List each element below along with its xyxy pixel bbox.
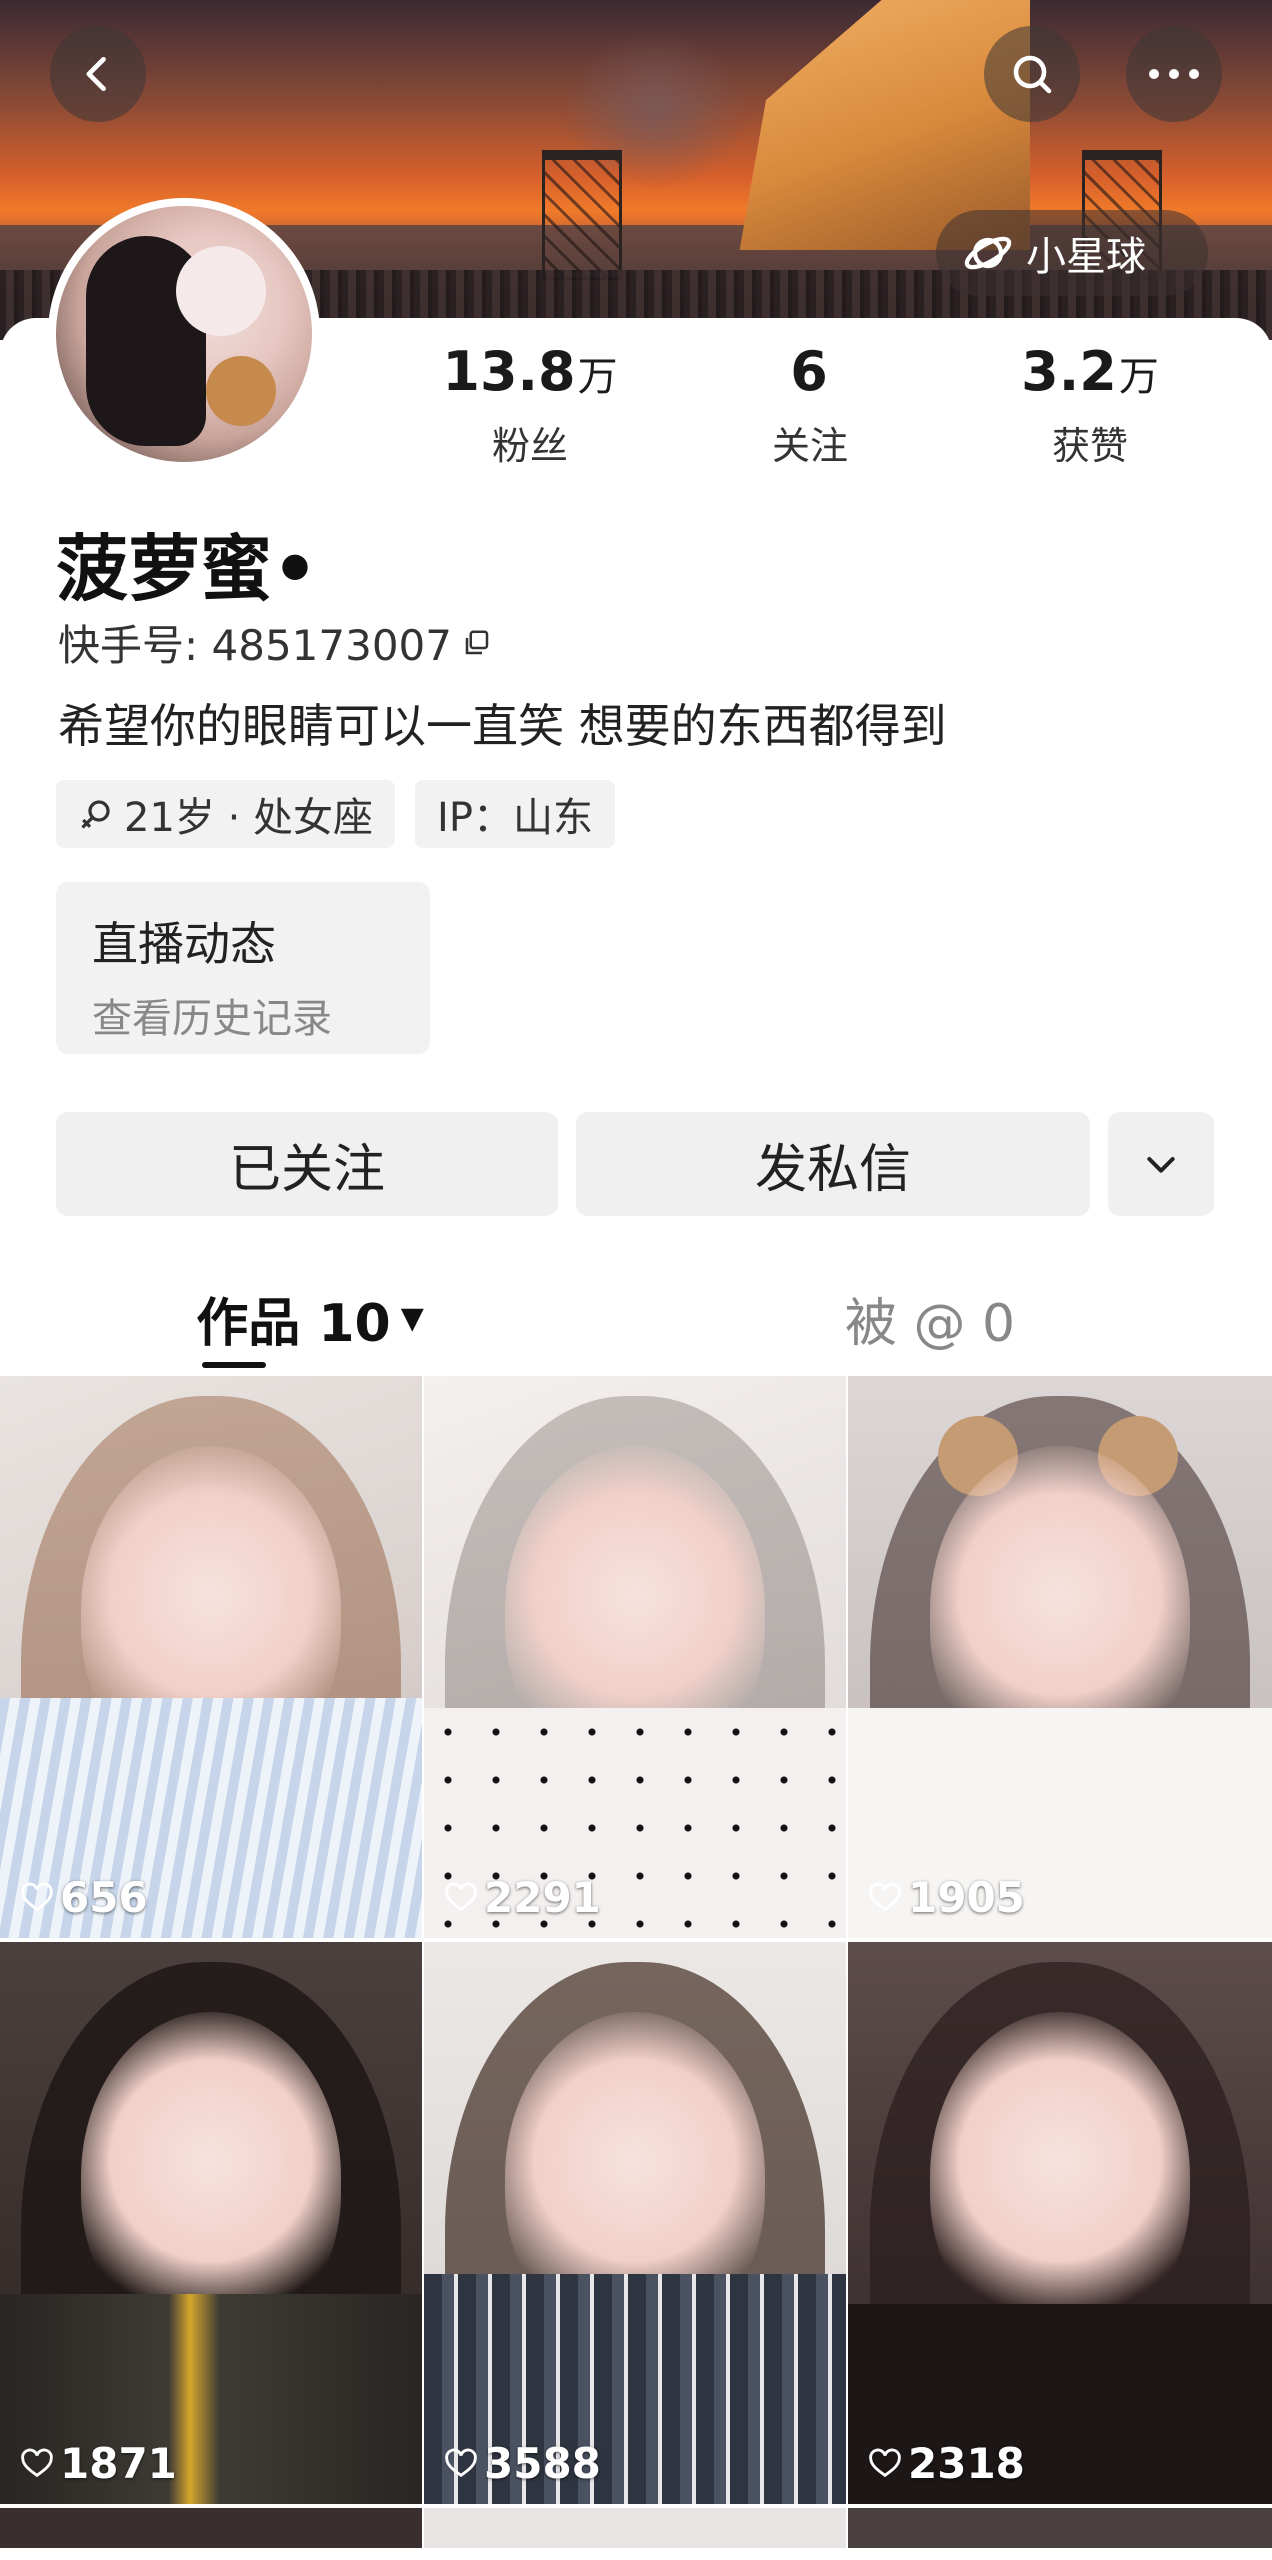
like-count-text: 1871 (60, 2439, 177, 2488)
stat-likes-label: 获赞 (1051, 424, 1128, 468)
planet-chip[interactable]: 小星球 (936, 210, 1208, 296)
like-count: 1905 (868, 1873, 1025, 1922)
ip-tag-text: IP：山东 (437, 795, 593, 841)
profile-bio: 希望你的眼睛可以一直笑 想要的东西都得到 (58, 699, 947, 753)
like-count-text: 2291 (484, 1873, 601, 1922)
heart-icon (869, 1882, 901, 1911)
live-card-subtitle: 查看历史记录 (92, 996, 332, 1042)
heart-icon (21, 1882, 53, 1911)
like-count: 656 (20, 1873, 148, 1922)
like-count: 2291 (444, 1873, 601, 1922)
stat-likes-number: 3.2 (1021, 340, 1117, 403)
stat-fans[interactable]: 13.8万 粉丝 (390, 340, 670, 470)
thumb-face (81, 2012, 341, 2342)
planet-label: 小星球 (1026, 234, 1146, 280)
video-thumbnail[interactable]: 656 (0, 1376, 422, 1938)
stat-following[interactable]: 6 关注 (670, 340, 950, 470)
tab-mentioned[interactable]: 被 @ 0 (620, 1268, 1240, 1368)
like-count-text: 1905 (908, 1873, 1025, 1922)
live-history-card[interactable]: 直播动态 查看历史记录 (56, 882, 430, 1054)
stat-fans-unit: 万 (577, 354, 618, 400)
tab-works-label: 作品 10 (196, 1293, 391, 1354)
avatar-bear (206, 356, 276, 426)
stat-likes-unit: 万 (1118, 354, 1159, 400)
video-thumbnail-partial[interactable] (848, 2508, 1272, 2548)
profile-name: 菠萝蜜• (56, 527, 319, 611)
kuaishou-id-text: 快手号: 485173007 (58, 621, 452, 670)
video-thumbnail[interactable]: 1871 (0, 1942, 422, 2504)
like-count-text: 2318 (908, 2439, 1025, 2488)
search-icon (1013, 55, 1052, 94)
caret-down-icon: ▼ (400, 1300, 424, 1336)
expand-button[interactable] (1108, 1112, 1214, 1216)
profile-card (0, 318, 1272, 1378)
profile-tags: 21岁 · 处女座 IP：山东 (56, 780, 615, 848)
message-button[interactable]: 发私信 (576, 1112, 1090, 1216)
followed-button[interactable]: 已关注 (56, 1112, 558, 1216)
video-thumbnail[interactable]: 3588 (424, 1942, 846, 2504)
copy-icon[interactable] (462, 628, 492, 658)
stat-following-label: 关注 (771, 424, 848, 468)
stat-fans-number: 13.8 (442, 340, 576, 403)
age-tag-text: 21岁 · 处女座 (124, 795, 374, 841)
works-grid: 656 2291 1905 1871 3588 2318 (0, 1376, 1272, 2548)
heart-icon (21, 2448, 53, 2477)
stat-fans-value: 13.8万 (390, 340, 670, 409)
stat-following-value: 6 (670, 340, 950, 409)
ip-tag: IP：山东 (415, 780, 615, 848)
back-button[interactable] (50, 26, 146, 122)
profile-stats: 13.8万 粉丝 6 关注 3.2万 获赞 (390, 340, 1230, 470)
kuaishou-id[interactable]: 快手号: 485173007 (58, 612, 492, 673)
video-thumbnail[interactable]: 1905 (848, 1376, 1272, 1938)
heart-icon (445, 2448, 477, 2477)
live-card-title: 直播动态 (92, 917, 276, 971)
chevron-left-icon (86, 56, 106, 92)
tab-mentioned-label: 被 @ 0 (844, 1293, 1016, 1354)
search-button[interactable] (984, 26, 1080, 122)
avatar-face (176, 246, 266, 336)
more-button[interactable] (1126, 26, 1222, 122)
female-icon (81, 800, 110, 829)
like-count: 3588 (444, 2439, 601, 2488)
banner-stage-tower (542, 150, 622, 280)
stat-likes[interactable]: 3.2万 获赞 (950, 340, 1230, 470)
like-count-text: 656 (60, 1873, 148, 1922)
avatar[interactable] (48, 198, 320, 470)
content-tabs: 作品 10 ▼ 被 @ 0 (0, 1268, 1272, 1368)
tab-works[interactable]: 作品 10 ▼ (0, 1268, 620, 1368)
thumb-face (930, 2012, 1190, 2342)
like-count: 2318 (868, 2439, 1025, 2488)
stat-likes-value: 3.2万 (950, 340, 1230, 409)
more-horizontal-icon (1149, 69, 1199, 79)
video-thumbnail-partial[interactable] (424, 2508, 846, 2548)
stat-following-number: 6 (790, 340, 828, 403)
stat-fans-label: 粉丝 (491, 424, 568, 468)
video-thumbnail[interactable]: 2291 (424, 1376, 846, 1938)
action-buttons: 已关注 发私信 (56, 1112, 1216, 1216)
age-tag: 21岁 · 处女座 (56, 780, 396, 848)
video-thumbnail[interactable]: 2318 (848, 1942, 1272, 2504)
like-count: 1871 (20, 2439, 177, 2488)
video-thumbnail-partial[interactable] (0, 2508, 422, 2548)
tab-underline (202, 1362, 266, 1368)
heart-icon (445, 1882, 477, 1911)
like-count-text: 3588 (484, 2439, 601, 2488)
heart-icon (869, 2448, 901, 2477)
chevron-down-icon (1147, 1157, 1175, 1173)
planet-icon (964, 236, 1012, 270)
